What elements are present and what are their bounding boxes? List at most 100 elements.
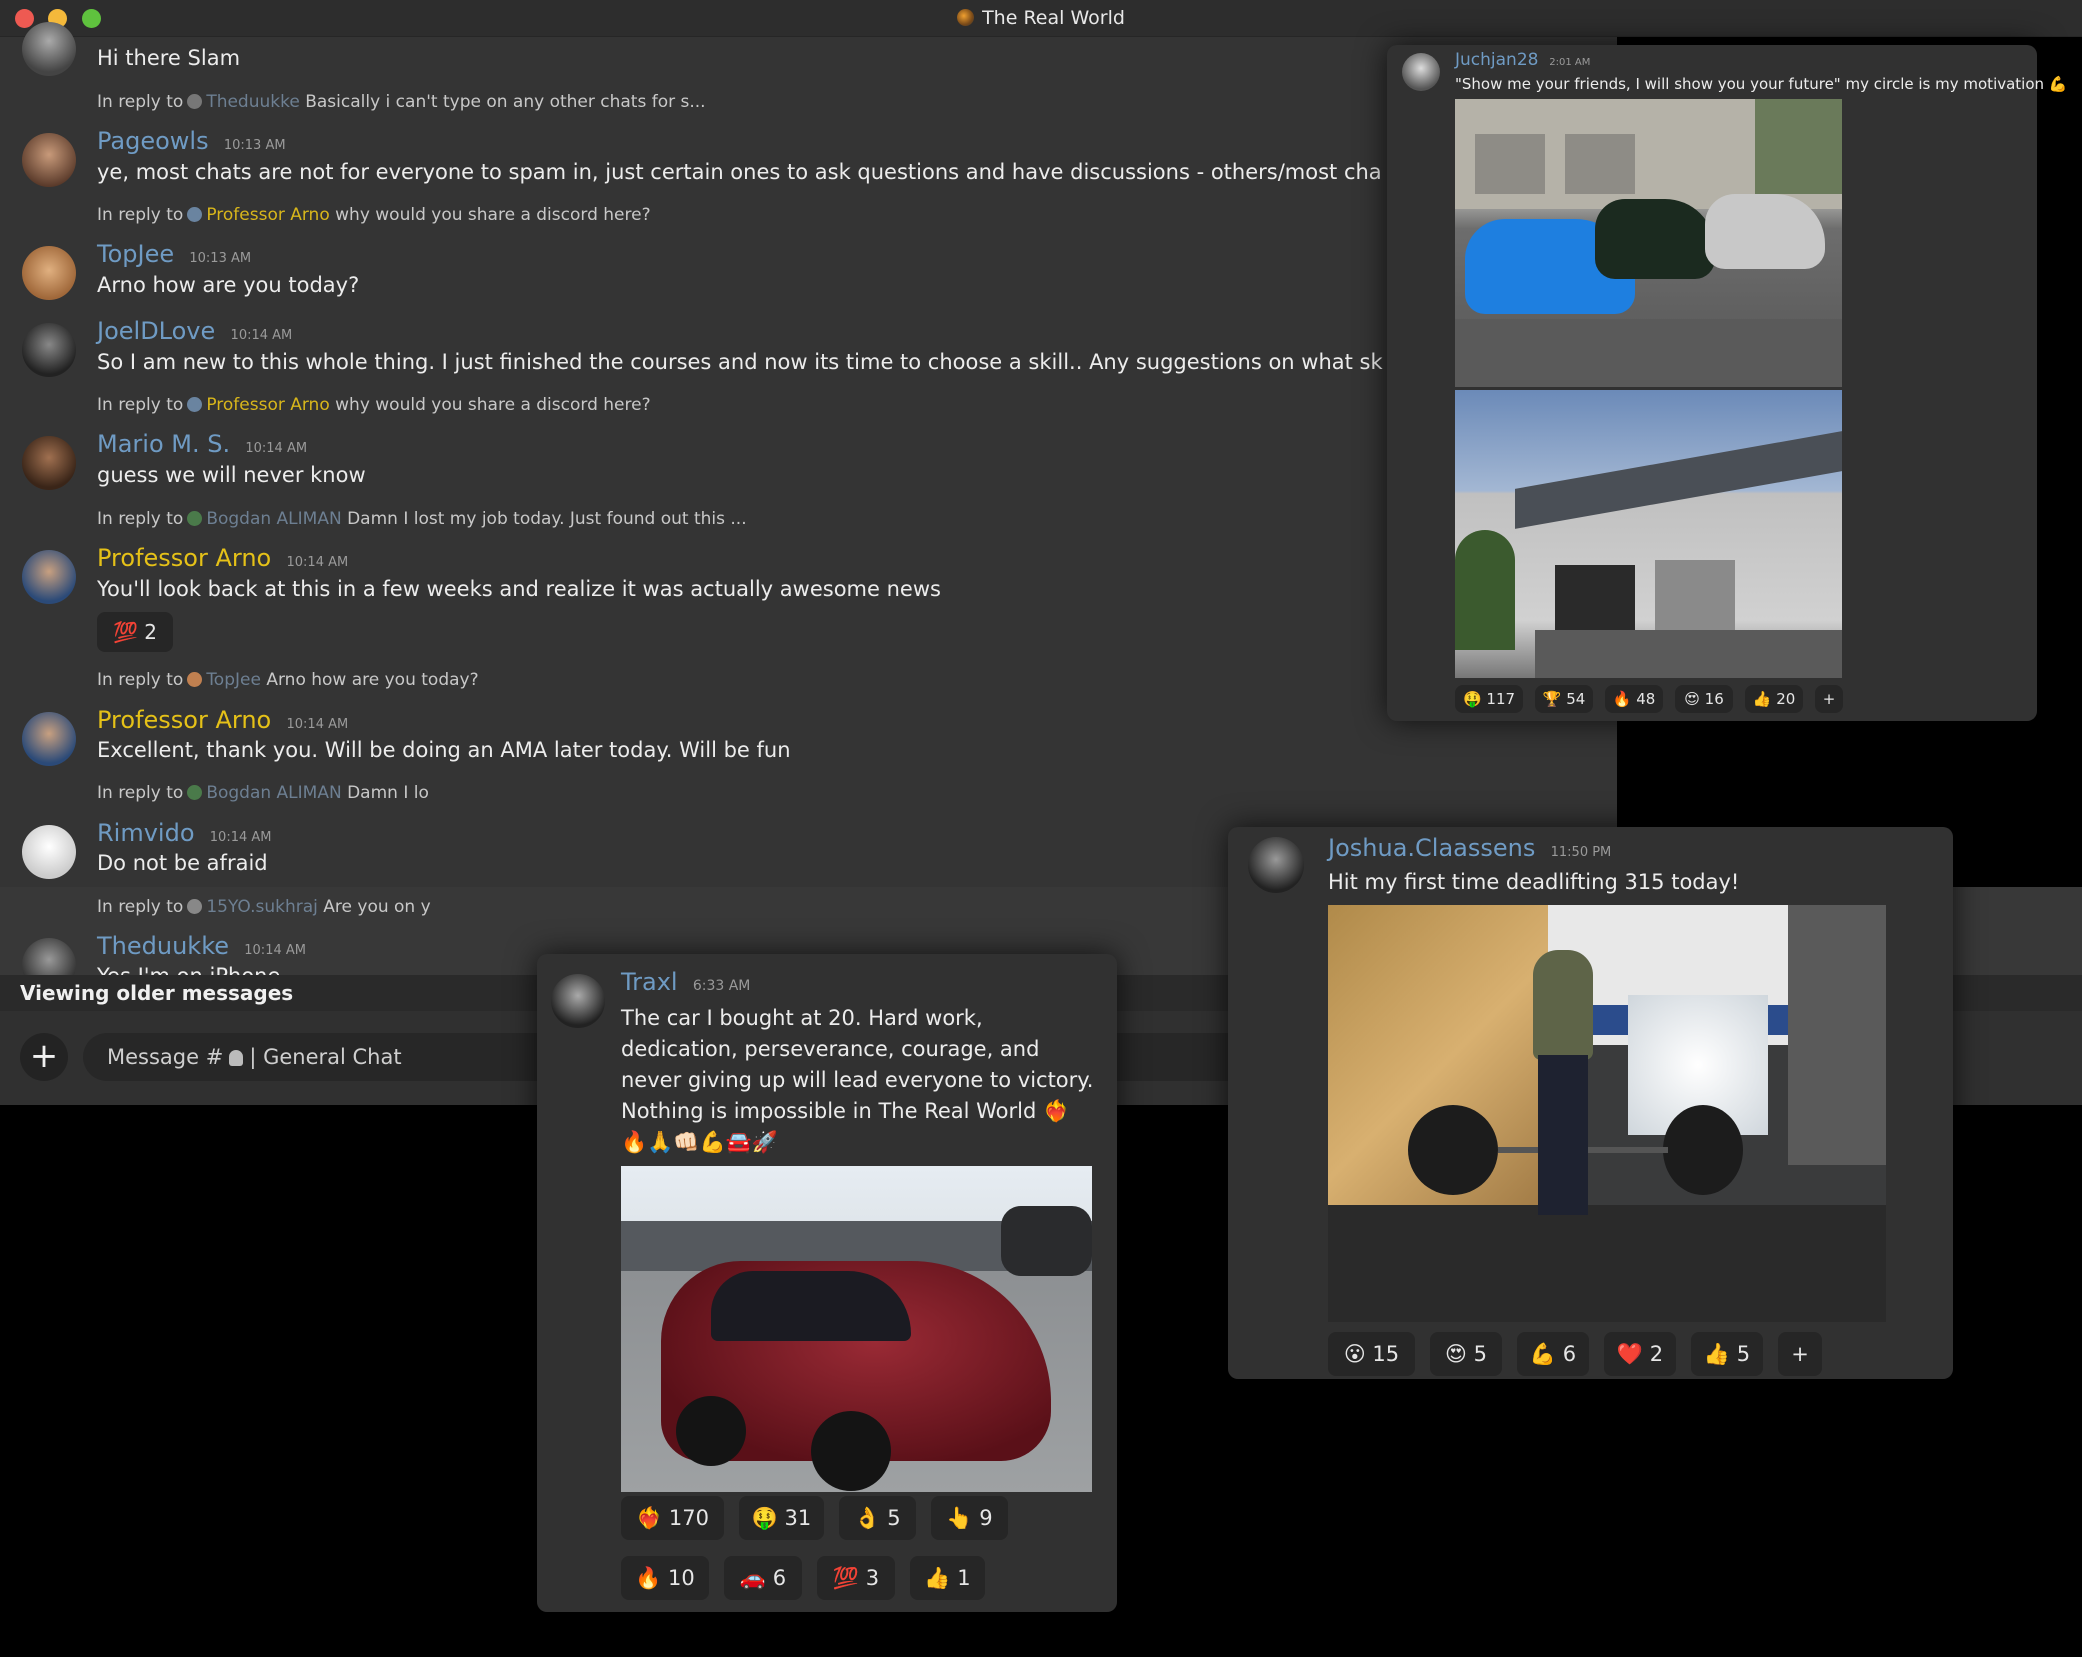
post-image-mustang[interactable] — [621, 1166, 1092, 1492]
reply-username[interactable]: 15YO.sukhraj — [206, 897, 318, 917]
reply-username[interactable]: TopJee — [206, 670, 261, 690]
reaction-emoji: 👌 — [854, 1506, 881, 1530]
reply-username[interactable]: Theduukke — [206, 92, 300, 112]
username-text[interactable]: Juchjan28 — [1455, 50, 1538, 70]
reaction-count: 170 — [668, 1506, 709, 1530]
reaction-emoji: 🔥 — [1612, 690, 1632, 708]
avatar[interactable] — [1248, 837, 1304, 893]
avatar[interactable] — [22, 550, 76, 604]
reply-username[interactable]: Professor Arno — [206, 205, 329, 225]
username-text[interactable]: Professor Arno — [97, 706, 271, 734]
message-body: Hi there Slam — [97, 46, 241, 70]
reaction-count: 20 — [1776, 690, 1796, 708]
username-text[interactable]: Mario M. S. — [97, 430, 230, 458]
add-reaction-button[interactable]: + — [1815, 685, 1843, 713]
reaction-chip[interactable]: 💯 3 — [817, 1556, 895, 1600]
username-text[interactable]: Rimvido — [97, 819, 195, 847]
reaction-chip[interactable]: 👍 1 — [910, 1556, 985, 1600]
message-username[interactable]: Rimvido 10:14 AM — [97, 819, 272, 847]
reply-reference[interactable]: In reply to Bogdan ALIMAN Damn I lo — [97, 783, 429, 803]
post-username[interactable]: Traxl 6:33 AM — [621, 968, 750, 996]
avatar[interactable] — [1402, 53, 1440, 91]
reply-username[interactable]: Bogdan ALIMAN — [206, 509, 341, 529]
message-username[interactable]: Professor Arno 10:14 AM — [97, 544, 348, 572]
reaction-emoji: 👆 — [946, 1506, 973, 1530]
reaction-chip[interactable]: 🏆 54 — [1535, 685, 1593, 713]
message-body: Arno how are you today? — [97, 273, 360, 297]
reaction-chip[interactable]: 👍 20 — [1745, 685, 1803, 713]
channel-name: | General Chat — [249, 1045, 402, 1069]
message-body: guess we will never know — [97, 463, 366, 487]
username-text[interactable]: Professor Arno — [97, 544, 271, 572]
post-image-gym[interactable] — [1328, 905, 1886, 1322]
post-time: 2:01 AM — [1549, 57, 1591, 68]
avatar[interactable] — [22, 246, 76, 300]
reaction-chip[interactable]: 👌 5 — [839, 1496, 916, 1540]
username-text[interactable]: Joshua.Claassens — [1328, 834, 1535, 862]
reaction-count: 6 — [772, 1566, 787, 1590]
reaction-count: 31 — [784, 1506, 812, 1530]
username-text[interactable]: Theduukke — [97, 932, 229, 960]
reaction-count: 3 — [865, 1566, 880, 1590]
reply-reference[interactable]: In reply to Bogdan ALIMAN Damn I lost my … — [97, 509, 747, 529]
username-text[interactable]: TopJee — [97, 240, 174, 268]
avatar[interactable] — [22, 133, 76, 187]
add-attachment-button[interactable]: + — [20, 1033, 68, 1081]
message-username[interactable]: Professor Arno 10:14 AM — [97, 706, 348, 734]
reply-text: why would you share a discord here? — [335, 205, 651, 225]
post-image-house[interactable] — [1455, 390, 1842, 678]
post-username[interactable]: Juchjan28 2:01 AM — [1455, 50, 1590, 70]
message-username[interactable]: Mario M. S. 10:14 AM — [97, 430, 307, 458]
avatar[interactable] — [22, 22, 76, 76]
message-time: 10:14 AM — [244, 943, 306, 958]
message-body: ye, most chats are not for everyone to s… — [97, 160, 1382, 184]
reaction-chip[interactable]: 👆 9 — [931, 1496, 1008, 1540]
reaction-chip[interactable]: 💯 2 — [97, 612, 173, 652]
reply-username[interactable]: Bogdan ALIMAN — [206, 783, 341, 803]
reaction-chip[interactable]: 🚗 6 — [724, 1556, 802, 1600]
reply-username[interactable]: Professor Arno — [206, 395, 329, 415]
reply-avatar — [187, 511, 203, 526]
avatar[interactable] — [551, 974, 605, 1028]
reaction-chip[interactable]: 👍 5 — [1691, 1332, 1763, 1376]
reaction-emoji: 😍 — [1445, 1342, 1467, 1366]
reaction-chip[interactable]: 😍 5 — [1430, 1332, 1502, 1376]
reaction-emoji: 🚗 — [739, 1566, 767, 1590]
reply-reference[interactable]: In reply to Professor Arno why would you … — [97, 205, 651, 225]
message-body: Do not be afraid — [97, 851, 268, 875]
username-text[interactable]: Traxl — [621, 968, 678, 996]
message-username[interactable]: TopJee 10:13 AM — [97, 240, 251, 268]
post-image-cars[interactable] — [1455, 99, 1842, 387]
avatar[interactable] — [22, 436, 76, 490]
message-time: 10:13 AM — [223, 138, 286, 153]
message-username[interactable]: Theduukke 10:14 AM — [97, 932, 306, 960]
reaction-chip[interactable]: ❤️‍🔥 170 — [621, 1496, 724, 1540]
avatar[interactable] — [22, 323, 76, 377]
post-username[interactable]: Joshua.Claassens 11:50 PM — [1328, 834, 1611, 862]
avatar[interactable] — [22, 712, 76, 766]
post-body: Hit my first time deadlifting 315 today! — [1328, 870, 1740, 894]
reaction-chip[interactable]: 💪 6 — [1517, 1332, 1589, 1376]
avatar[interactable] — [22, 825, 76, 879]
reaction-chip[interactable]: 😮 15 — [1328, 1332, 1415, 1376]
username-text[interactable]: Pageowls — [97, 127, 209, 155]
message-body: You'll look back at this in a few weeks … — [97, 577, 941, 601]
reaction-emoji: ❤️‍🔥 — [636, 1506, 663, 1530]
reaction-count: 5 — [1736, 1342, 1751, 1366]
add-reaction-button[interactable]: + — [1778, 1332, 1822, 1376]
reaction-chip[interactable]: ❤️ 2 — [1604, 1332, 1676, 1376]
reaction-chip[interactable]: 😍 16 — [1675, 685, 1733, 713]
reply-reference[interactable]: In reply to Theduukke Basically i can't t… — [97, 92, 706, 112]
reaction-chip[interactable]: 🔥 10 — [621, 1556, 709, 1600]
reaction-chip[interactable]: 🤑 117 — [1455, 685, 1523, 713]
username-text[interactable]: JoelDLove — [97, 317, 215, 345]
reaction-chip[interactable]: 🤑 31 — [739, 1496, 824, 1540]
message-username[interactable]: Pageowls 10:13 AM — [97, 127, 286, 155]
reaction-chip[interactable]: 🔥 48 — [1605, 685, 1663, 713]
message-time: 10:14 AM — [245, 441, 308, 456]
message-username[interactable]: JoelDLove 10:14 AM — [97, 317, 292, 345]
reply-reference[interactable]: In reply to 15YO.sukhraj Are you on y — [97, 897, 431, 917]
reply-reference[interactable]: In reply to Professor Arno why would you … — [97, 395, 651, 415]
reply-reference[interactable]: In reply to TopJee Arno how are you today… — [97, 670, 479, 690]
reply-text: why would you share a discord here? — [335, 395, 651, 415]
